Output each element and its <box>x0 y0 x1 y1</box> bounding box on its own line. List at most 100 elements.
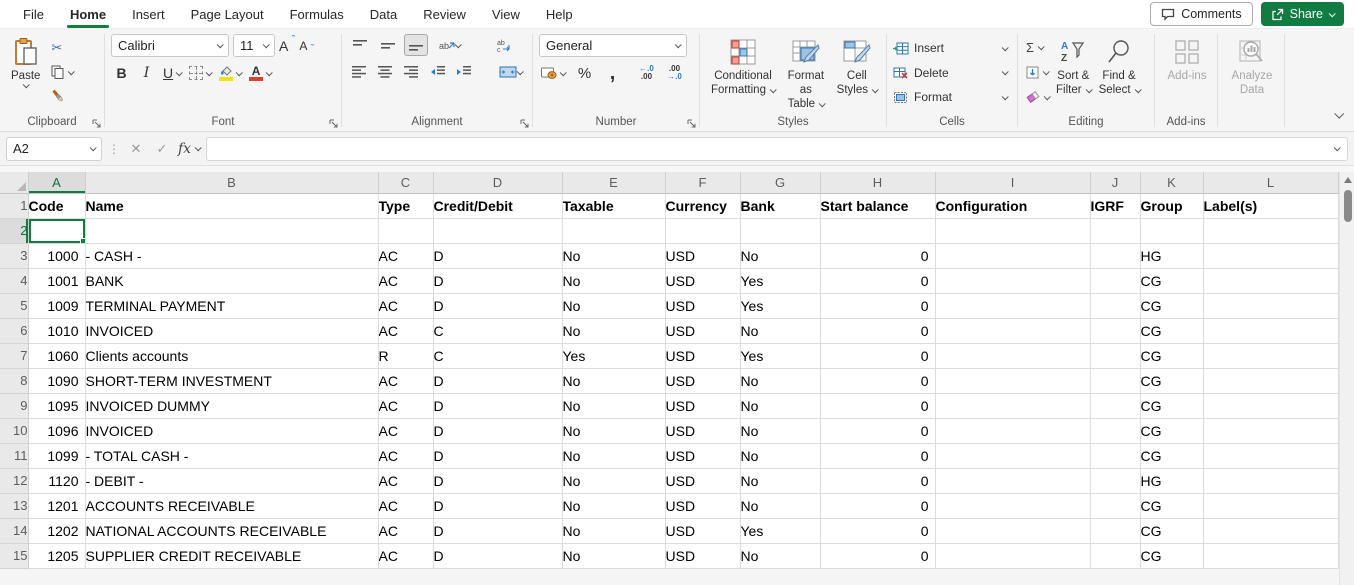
cell-H2[interactable] <box>820 218 935 243</box>
menu-tab-page-layout[interactable]: Page Layout <box>178 0 277 28</box>
cell-A12[interactable]: 1120 <box>28 468 85 493</box>
cell-B11[interactable]: - TOTAL CASH - <box>85 443 378 468</box>
cell-C14[interactable]: AC <box>378 518 433 543</box>
middle-align-button[interactable] <box>376 34 400 56</box>
number-dialog-launcher[interactable] <box>687 119 696 128</box>
cell-L2[interactable] <box>1203 218 1338 243</box>
cell-D13[interactable]: D <box>433 493 562 518</box>
cell-F5[interactable]: USD <box>665 293 740 318</box>
cell-A2[interactable] <box>28 218 85 243</box>
cell-A5[interactable]: 1009 <box>28 293 85 318</box>
cell-H15[interactable]: 0 <box>820 543 935 568</box>
cell-H12[interactable]: 0 <box>820 468 935 493</box>
cell-G3[interactable]: No <box>740 243 820 268</box>
column-header-C[interactable]: C <box>378 172 433 193</box>
cell-I4[interactable] <box>935 268 1090 293</box>
decrease-decimal-button[interactable]: .00→.0 <box>664 62 685 84</box>
cell-B1[interactable]: Name <box>85 193 378 218</box>
cell-C9[interactable]: AC <box>378 393 433 418</box>
fill-button[interactable] <box>1026 61 1049 83</box>
cell-J13[interactable] <box>1090 493 1140 518</box>
cell-C6[interactable]: AC <box>378 318 433 343</box>
cell-D15[interactable]: D <box>433 543 562 568</box>
cell-J9[interactable] <box>1090 393 1140 418</box>
cell-L3[interactable] <box>1203 243 1338 268</box>
column-header-J[interactable]: J <box>1090 172 1140 193</box>
cell-D2[interactable] <box>433 218 562 243</box>
cell-L15[interactable] <box>1203 543 1338 568</box>
collapse-ribbon-button[interactable] <box>1335 105 1342 123</box>
menu-tab-home[interactable]: Home <box>57 0 119 28</box>
cell-G8[interactable]: No <box>740 368 820 393</box>
share-button[interactable]: Share <box>1261 2 1344 26</box>
formula-bar-resize-handle[interactable]: ⋮ <box>108 142 120 156</box>
cell-H13[interactable]: 0 <box>820 493 935 518</box>
cell-E2[interactable] <box>562 218 665 243</box>
copy-button[interactable] <box>51 61 73 83</box>
cell-E1[interactable]: Taxable <box>562 193 665 218</box>
cell-K14[interactable]: CG <box>1140 518 1203 543</box>
cell-B12[interactable]: - DEBIT - <box>85 468 378 493</box>
number-format-combo[interactable]: General <box>539 34 687 57</box>
cell-A13[interactable]: 1201 <box>28 493 85 518</box>
conditional-formatting-button[interactable]: Conditional Formatting <box>706 34 780 113</box>
cell-J4[interactable] <box>1090 268 1140 293</box>
cell-E5[interactable]: No <box>562 293 665 318</box>
paste-button[interactable]: Paste <box>6 34 45 112</box>
cell-C5[interactable]: AC <box>378 293 433 318</box>
cell-K8[interactable]: CG <box>1140 368 1203 393</box>
cell-A10[interactable]: 1096 <box>28 418 85 443</box>
merge-center-button[interactable] <box>493 61 528 83</box>
cell-L6[interactable] <box>1203 318 1338 343</box>
cell-H6[interactable]: 0 <box>820 318 935 343</box>
cell-B2[interactable] <box>85 218 378 243</box>
autosum-button[interactable]: Σ <box>1026 36 1049 58</box>
cell-F11[interactable]: USD <box>665 443 740 468</box>
menu-tab-formulas[interactable]: Formulas <box>277 0 357 28</box>
align-left-button[interactable] <box>348 61 370 83</box>
cell-K1[interactable]: Group <box>1140 193 1203 218</box>
cell-F7[interactable]: USD <box>665 343 740 368</box>
cell-I11[interactable] <box>935 443 1090 468</box>
row-header-3[interactable]: 3 <box>0 243 28 268</box>
cell-C8[interactable]: AC <box>378 368 433 393</box>
align-center-button[interactable] <box>374 61 396 83</box>
format-cells-button[interactable]: Format <box>893 85 1013 109</box>
insert-cells-button[interactable]: Insert <box>893 36 1013 60</box>
cell-D1[interactable]: Credit/Debit <box>433 193 562 218</box>
cell-C11[interactable]: AC <box>378 443 433 468</box>
cell-G6[interactable]: No <box>740 318 820 343</box>
font-dialog-launcher[interactable] <box>329 119 338 128</box>
orientation-button[interactable]: ab <box>432 34 466 56</box>
cell-J1[interactable]: IGRF <box>1090 193 1140 218</box>
cell-B3[interactable]: - CASH - <box>85 243 378 268</box>
cell-L9[interactable] <box>1203 393 1338 418</box>
insert-function-button[interactable]: fx <box>178 141 200 157</box>
addins-button[interactable]: Add-ins <box>1163 34 1212 112</box>
cell-H11[interactable]: 0 <box>820 443 935 468</box>
increase-font-size-button[interactable]: Aˆ <box>279 38 295 54</box>
cell-E8[interactable]: No <box>562 368 665 393</box>
cell-G9[interactable]: No <box>740 393 820 418</box>
cell-B5[interactable]: TERMINAL PAYMENT <box>85 293 378 318</box>
cell-J6[interactable] <box>1090 318 1140 343</box>
cell-L8[interactable] <box>1203 368 1338 393</box>
cell-G4[interactable]: Yes <box>740 268 820 293</box>
formula-input[interactable] <box>206 137 1348 161</box>
cell-H8[interactable]: 0 <box>820 368 935 393</box>
cell-F6[interactable]: USD <box>665 318 740 343</box>
row-header-8[interactable]: 8 <box>0 368 28 393</box>
cell-B14[interactable]: NATIONAL ACCOUNTS RECEIVABLE <box>85 518 378 543</box>
cell-C3[interactable]: AC <box>378 243 433 268</box>
menu-tab-file[interactable]: File <box>10 0 57 28</box>
cell-I2[interactable] <box>935 218 1090 243</box>
cell-F14[interactable]: USD <box>665 518 740 543</box>
fill-color-button[interactable] <box>217 62 243 84</box>
cell-F12[interactable]: USD <box>665 468 740 493</box>
bold-button[interactable]: B <box>111 62 132 84</box>
name-box[interactable]: A2 <box>6 137 102 161</box>
cell-J5[interactable] <box>1090 293 1140 318</box>
underline-button[interactable]: U <box>161 62 183 84</box>
cell-F9[interactable]: USD <box>665 393 740 418</box>
cell-L1[interactable]: Label(s) <box>1203 193 1338 218</box>
